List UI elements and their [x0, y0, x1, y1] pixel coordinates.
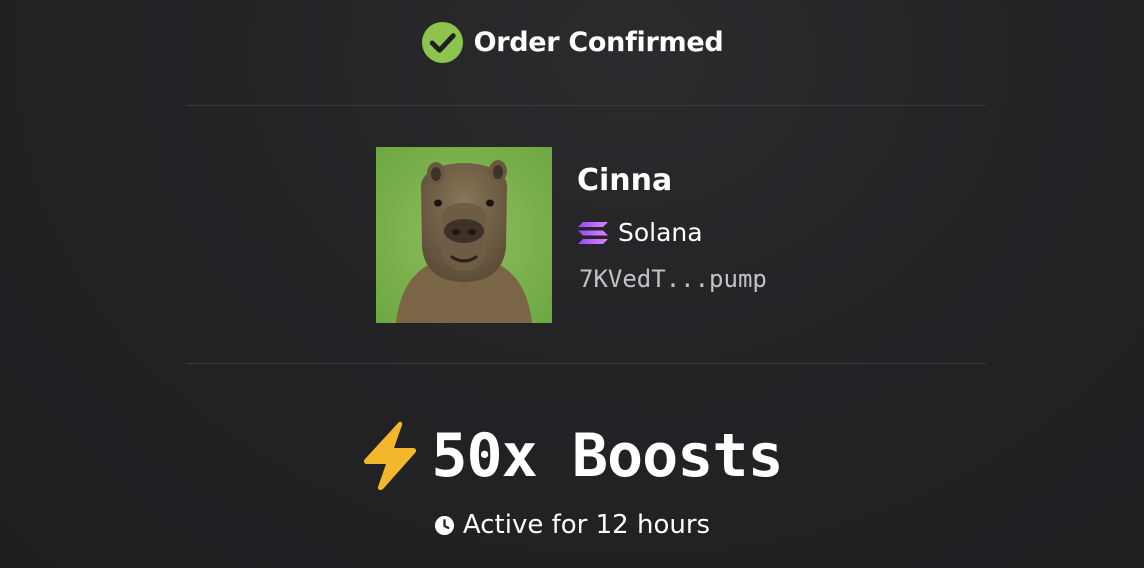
chain-row: Solana: [577, 218, 767, 247]
active-duration: Active for 12 hours: [462, 510, 711, 540]
boost-summary: 50x Boosts: [0, 416, 1144, 496]
token-summary: Cinna Solana 7KVedT...pump: [376, 147, 767, 323]
divider: [186, 363, 986, 364]
boost-count: 50x Boosts: [431, 421, 783, 491]
clock-icon: [434, 515, 454, 535]
check-circle-icon: [421, 21, 463, 64]
chain-name: Solana: [618, 218, 703, 247]
solana-icon: [578, 221, 608, 244]
order-confirmed-header: Order Confirmed: [0, 21, 1144, 64]
token-info: Cinna Solana 7KVedT...pump: [577, 147, 767, 293]
divider: [186, 105, 986, 106]
lightning-bolt-icon: [364, 421, 417, 491]
token-address[interactable]: 7KVedT...pump: [579, 265, 767, 293]
token-avatar: [376, 147, 552, 323]
page-title: Order Confirmed: [473, 27, 724, 58]
duration-row: Active for 12 hours: [0, 510, 1144, 540]
token-name: Cinna: [577, 163, 673, 198]
